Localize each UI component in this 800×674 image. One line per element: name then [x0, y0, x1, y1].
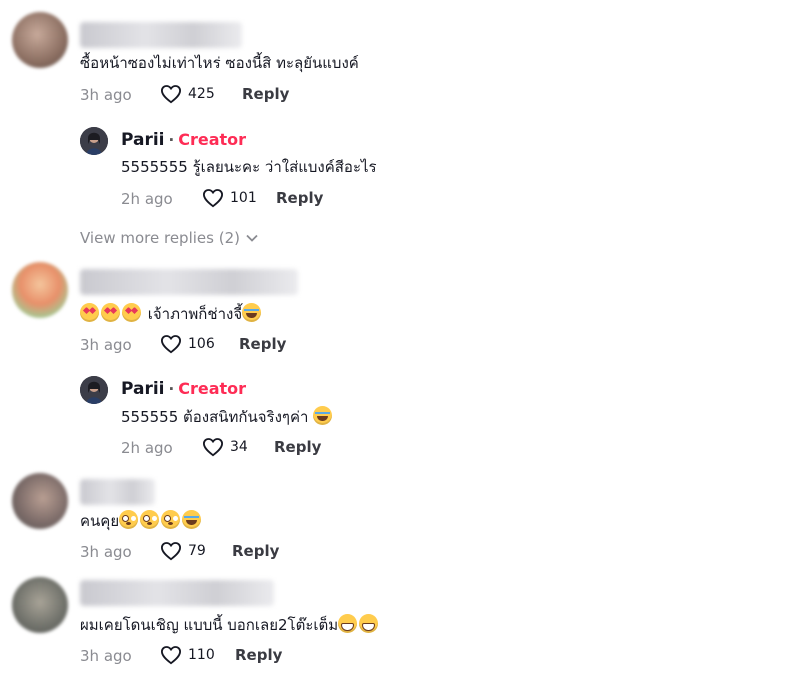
emoji-flushed-icon — [119, 510, 139, 529]
reply-button[interactable]: Reply — [276, 189, 323, 207]
comment-time: 3h ago — [80, 86, 132, 104]
like-button[interactable]: 106 — [160, 334, 215, 354]
like-count: 425 — [188, 86, 215, 102]
emoji-laughing-icon — [242, 303, 262, 322]
emoji-grimacing-icon — [359, 614, 379, 633]
creator-avatar-image — [80, 376, 108, 404]
like-count: 79 — [188, 543, 206, 559]
like-button[interactable]: 110 — [160, 645, 215, 665]
emoji-heart-eyes-icon — [122, 303, 141, 322]
heart-outline-icon — [160, 85, 182, 104]
heart-outline-icon — [160, 335, 182, 354]
reply-button[interactable]: Reply — [239, 335, 286, 353]
commenter-avatar[interactable] — [12, 262, 68, 318]
comment-text: ผมเคยโดนเชิญ แบบนี้ บอกเลย2โต๊ะเต็ม — [80, 614, 380, 635]
like-button[interactable]: 425 — [160, 84, 215, 104]
creator-badge: Creator — [178, 130, 247, 149]
creator-header: Parii · Creator — [121, 379, 246, 399]
chevron-down-icon — [246, 234, 258, 242]
creator-badge: Creator — [178, 379, 247, 398]
like-button[interactable]: 79 — [160, 541, 206, 561]
reply-button[interactable]: Reply — [232, 542, 279, 560]
creator-avatar[interactable] — [80, 127, 108, 155]
heart-outline-icon — [202, 189, 224, 208]
emoji-heart-eyes-icon — [80, 303, 99, 322]
reply-time: 2h ago — [121, 439, 173, 457]
emoji-grimacing-icon — [338, 614, 358, 633]
heart-outline-icon — [160, 542, 182, 561]
commenter-username-blurred[interactable] — [80, 580, 274, 606]
comment-time: 3h ago — [80, 543, 132, 561]
creator-avatar-image — [80, 127, 108, 155]
commenter-avatar[interactable] — [12, 577, 68, 633]
like-count: 101 — [230, 190, 257, 206]
comment-text: ซื้อหน้าซองไม่เท่าไหร่ ซองนี้สิ ทะลุยันแ… — [80, 54, 359, 72]
comment-text: เจ้าภาพก็ช่างจี้ — [80, 303, 263, 324]
reply-button[interactable]: Reply — [274, 438, 321, 456]
commenter-username-blurred[interactable] — [80, 479, 155, 505]
heart-outline-icon — [202, 438, 224, 457]
emoji-laughing-icon — [182, 510, 202, 529]
reply-text: 5555555 รู้เลยนะคะ ว่าใส่แบงค์สีอะไร — [121, 158, 377, 176]
reply-button[interactable]: Reply — [242, 85, 289, 103]
creator-username[interactable]: Parii — [121, 379, 165, 399]
comment-time: 3h ago — [80, 647, 132, 665]
creator-header: Parii · Creator — [121, 130, 246, 150]
commenter-username-blurred[interactable] — [80, 22, 242, 48]
emoji-heart-eyes-icon — [101, 303, 120, 322]
like-button[interactable]: 101 — [202, 188, 257, 208]
creator-avatar[interactable] — [80, 376, 108, 404]
emoji-flushed-icon — [140, 510, 160, 529]
emoji-laughing-icon — [313, 406, 333, 425]
comment-time: 3h ago — [80, 336, 132, 354]
like-count: 110 — [188, 647, 215, 663]
like-count: 106 — [188, 336, 215, 352]
separator-dot: · — [168, 131, 175, 149]
commenter-avatar[interactable] — [12, 473, 68, 529]
reply-time: 2h ago — [121, 190, 173, 208]
commenter-avatar[interactable] — [12, 12, 68, 68]
view-more-replies[interactable]: View more replies (2) — [80, 229, 258, 247]
reply-text: 555555 ต้องสนิทกันจริงๆค่า — [121, 406, 334, 427]
reply-button[interactable]: Reply — [235, 646, 282, 664]
emoji-flushed-icon — [161, 510, 181, 529]
commenter-username-blurred[interactable] — [80, 269, 298, 295]
creator-username[interactable]: Parii — [121, 130, 165, 150]
heart-outline-icon — [160, 646, 182, 665]
separator-dot: · — [168, 380, 175, 398]
like-count: 34 — [230, 439, 248, 455]
like-button[interactable]: 34 — [202, 437, 248, 457]
comment-text: คนคุย — [80, 510, 203, 531]
